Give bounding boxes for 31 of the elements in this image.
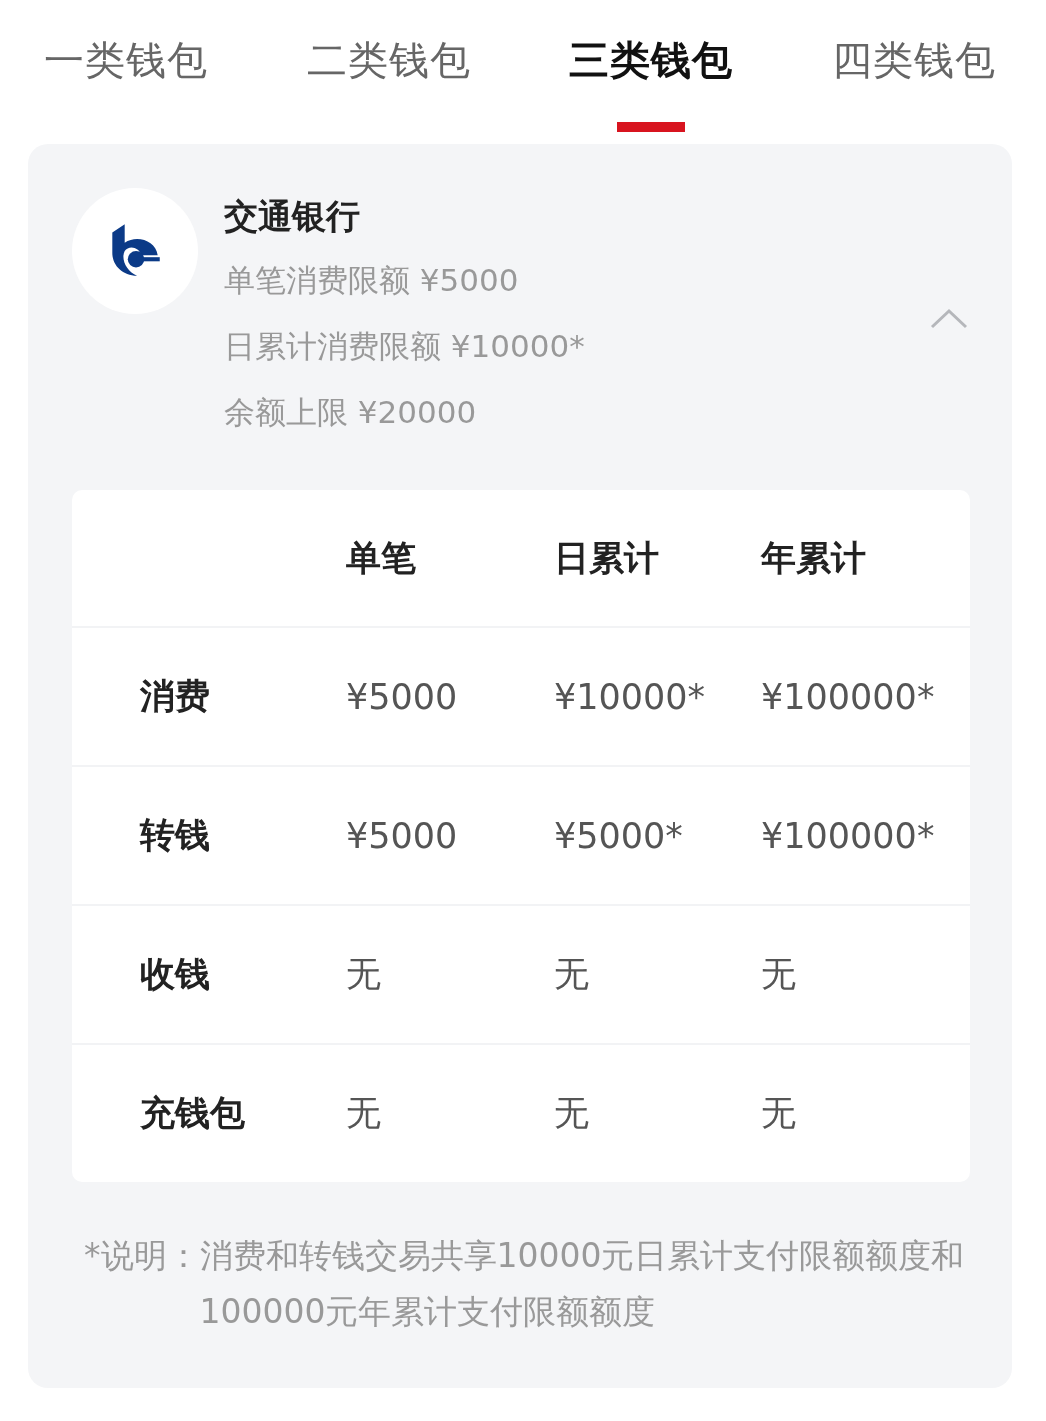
table-cell-text: ¥100000*	[761, 815, 936, 856]
limit-text: 余额上限 ¥20000	[224, 393, 478, 432]
table-cell-text: 无	[761, 953, 797, 996]
note-text: 消费和转钱交易共享10000元日累计支付限额额度和100000元年累计支付限额额度	[199, 1235, 966, 1333]
row-label: 消费	[139, 675, 211, 718]
chevron-up-icon[interactable]	[930, 308, 968, 330]
column-header: 日累计	[554, 536, 660, 580]
column-header: 单笔	[346, 536, 417, 580]
limit-text: 单笔消费限额 ¥5000	[224, 261, 520, 300]
limit-text: 日累计消费限额 ¥10000*	[224, 327, 586, 366]
table-cell-text: ¥10000*	[554, 676, 707, 717]
row-label: 转钱	[138, 814, 211, 857]
table-cell-text: 无	[761, 1092, 797, 1135]
table-cell-text: ¥5000	[346, 815, 459, 856]
row-label: 收钱	[139, 953, 211, 996]
table-cell-text: ¥100000*	[761, 676, 936, 717]
tab[interactable]: 三类钱包	[569, 30, 734, 90]
table-cell-text: 无	[346, 1092, 382, 1135]
note-label: *说明：	[84, 1235, 200, 1277]
table-cell-text: 无	[346, 953, 382, 996]
bank-name: 交通银行	[224, 196, 361, 236]
table-cell-text: 无	[554, 1092, 590, 1135]
table-cell-text: 无	[554, 953, 590, 996]
row-label: 充钱包	[139, 1092, 246, 1135]
tab[interactable]: 一类钱包	[44, 30, 208, 90]
tab-indicator	[617, 122, 686, 132]
column-header: 年累计	[761, 536, 867, 580]
table-cell-text: ¥5000	[346, 676, 459, 717]
tab[interactable]: 二类钱包	[306, 30, 471, 90]
table-cell-text: ¥5000*	[554, 815, 684, 856]
tab[interactable]: 四类钱包	[831, 30, 996, 90]
